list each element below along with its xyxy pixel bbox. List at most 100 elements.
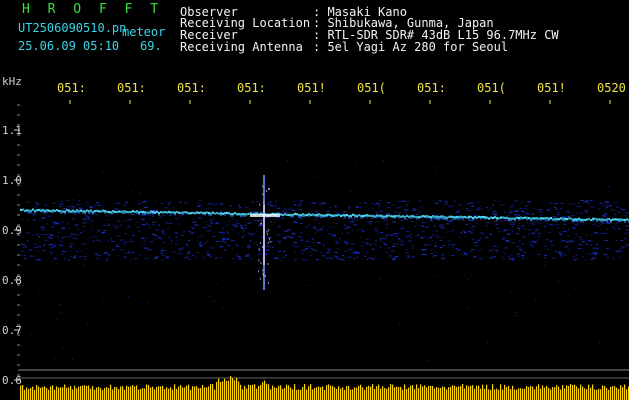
trace-shadow bbox=[298, 216, 300, 218]
noise-speck bbox=[545, 239, 550, 241]
meteor-speck bbox=[261, 222, 262, 225]
level-bar bbox=[46, 388, 48, 400]
noise-speck bbox=[178, 249, 181, 251]
noise-speck bbox=[328, 210, 330, 212]
level-bar bbox=[234, 380, 236, 400]
noise-speck bbox=[478, 258, 483, 260]
noise-speck bbox=[384, 243, 388, 245]
noise-speck bbox=[531, 222, 534, 224]
noise-speck bbox=[188, 239, 191, 241]
noise-speck bbox=[399, 239, 401, 241]
level-bar bbox=[192, 386, 194, 400]
level-bar bbox=[174, 384, 176, 400]
noise-speck bbox=[321, 227, 323, 229]
trace-segment bbox=[96, 209, 98, 212]
trace-shadow bbox=[602, 220, 604, 223]
noise-speck bbox=[361, 242, 364, 243]
noise-speck bbox=[311, 238, 314, 240]
noise-speck bbox=[212, 202, 214, 204]
noise-speck bbox=[536, 239, 539, 241]
noise-speck bbox=[38, 236, 40, 238]
level-bar bbox=[316, 387, 318, 400]
noise-speck bbox=[626, 232, 628, 234]
noise-speck bbox=[74, 213, 78, 215]
noise-speck bbox=[433, 255, 437, 257]
trace-segment bbox=[494, 216, 496, 219]
noise-dot bbox=[232, 277, 234, 278]
noise-speck bbox=[572, 256, 575, 258]
noise-speck bbox=[508, 255, 510, 257]
noise-speck bbox=[268, 237, 272, 238]
noise-speck bbox=[473, 214, 478, 216]
noise-speck bbox=[127, 226, 130, 228]
noise-speck bbox=[70, 243, 74, 245]
noise-speck bbox=[270, 205, 272, 207]
noise-speck bbox=[129, 213, 131, 215]
level-bar bbox=[482, 384, 484, 400]
noise-dot bbox=[569, 242, 571, 244]
noise-dot bbox=[425, 267, 427, 269]
noise-speck bbox=[249, 208, 251, 210]
trace-shadow bbox=[210, 214, 212, 217]
noise-speck bbox=[210, 247, 215, 249]
noise-dot bbox=[513, 223, 515, 225]
noise-speck bbox=[360, 206, 363, 208]
level-bar bbox=[332, 385, 334, 400]
level-bar bbox=[170, 387, 172, 400]
trace-segment bbox=[384, 215, 386, 218]
noise-speck bbox=[580, 205, 582, 207]
noise-dot bbox=[426, 360, 428, 361]
noise-speck bbox=[595, 247, 599, 249]
level-bar bbox=[26, 387, 28, 400]
noise-speck bbox=[67, 222, 69, 224]
noise-speck bbox=[251, 201, 255, 203]
trace-segment bbox=[250, 212, 252, 215]
trace-segment bbox=[134, 210, 136, 213]
level-bar bbox=[354, 387, 356, 400]
trace-segment bbox=[398, 214, 400, 217]
noise-speck bbox=[586, 200, 588, 202]
noise-speck bbox=[517, 226, 519, 228]
noise-speck bbox=[175, 239, 177, 241]
trace-segment bbox=[358, 214, 360, 217]
noise-speck bbox=[75, 224, 79, 226]
noise-speck bbox=[441, 255, 443, 257]
noise-dot bbox=[135, 186, 137, 188]
noise-speck bbox=[492, 211, 497, 213]
noise-dot bbox=[487, 342, 489, 344]
level-bar bbox=[492, 384, 494, 400]
trace-segment bbox=[242, 212, 244, 216]
trace-shadow bbox=[624, 221, 626, 223]
trace-segment bbox=[400, 215, 402, 218]
level-bar bbox=[614, 386, 616, 400]
trace-segment bbox=[578, 217, 580, 220]
noise-speck bbox=[96, 257, 99, 259]
trace-segment bbox=[502, 216, 504, 219]
noise-speck bbox=[355, 206, 360, 208]
noise-speck bbox=[564, 254, 567, 256]
noise-speck bbox=[531, 246, 534, 248]
noise-speck bbox=[124, 233, 127, 235]
time-tick: 051: bbox=[177, 81, 206, 95]
noise-dot bbox=[436, 167, 438, 169]
noise-speck bbox=[33, 247, 38, 249]
noise-speck bbox=[615, 222, 618, 224]
noise-speck bbox=[197, 204, 200, 206]
noise-speck bbox=[220, 210, 223, 212]
trace-segment bbox=[70, 210, 72, 213]
noise-dot bbox=[367, 300, 369, 302]
noise-speck bbox=[23, 246, 27, 248]
noise-speck bbox=[593, 253, 598, 255]
noise-speck bbox=[338, 258, 343, 260]
noise-speck bbox=[500, 204, 504, 206]
level-bar bbox=[586, 389, 588, 400]
noise-speck bbox=[94, 214, 99, 216]
trace-segment bbox=[508, 217, 510, 220]
level-bar bbox=[118, 389, 120, 400]
trace-segment bbox=[498, 217, 500, 220]
trace-segment bbox=[216, 212, 218, 215]
noise-speck bbox=[620, 208, 623, 210]
filename: UT2506090510.pn bbox=[18, 21, 127, 35]
trace-shadow bbox=[536, 219, 538, 221]
noise-speck bbox=[603, 204, 607, 206]
